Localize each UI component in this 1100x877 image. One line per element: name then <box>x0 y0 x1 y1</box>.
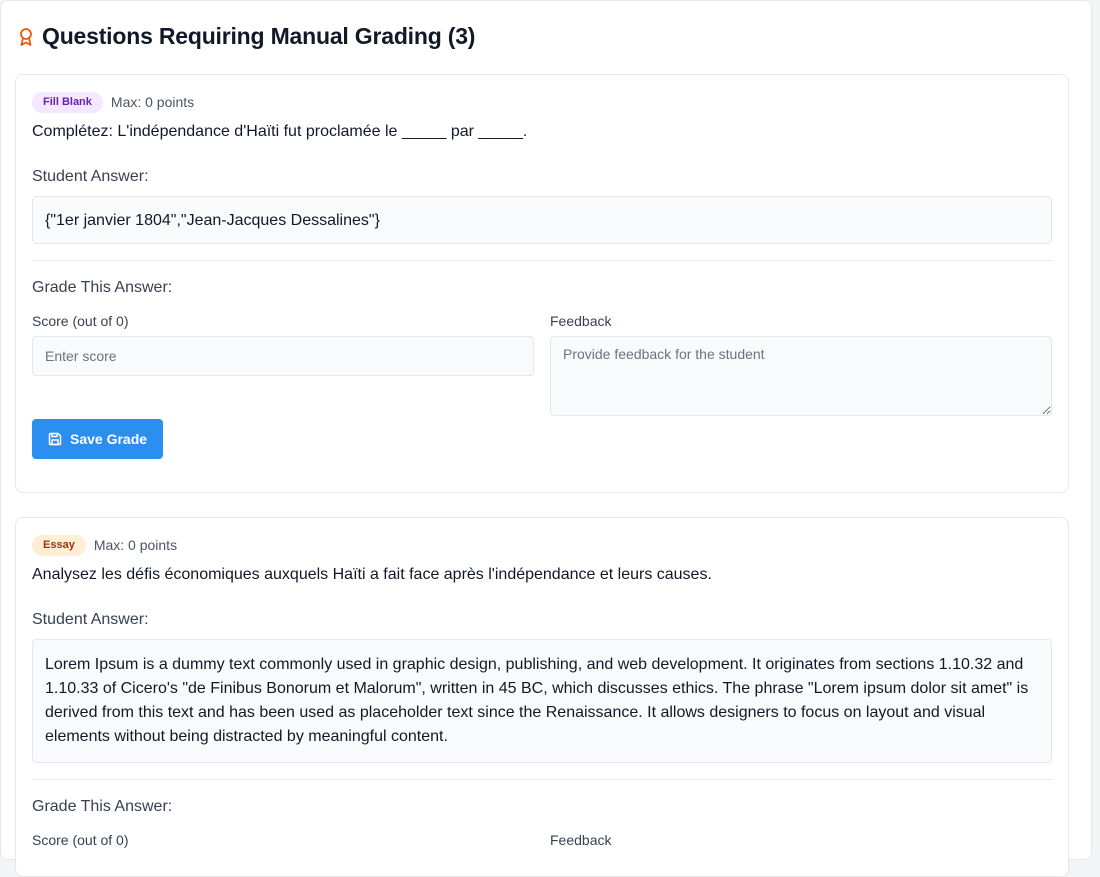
score-label: Score (out of 0) <box>32 832 129 848</box>
award-icon <box>18 27 34 47</box>
page-header: Questions Requiring Manual Grading (3) <box>18 23 475 50</box>
question-text: Analysez les défis économiques auxquels … <box>32 566 712 583</box>
question-text: Complétez: L'indépendance d'Haïti fut pr… <box>32 123 528 140</box>
divider <box>32 260 1052 261</box>
save-icon <box>48 432 62 446</box>
question-type-badge: Fill Blank <box>32 91 103 113</box>
max-points: Max: 0 points <box>93 537 178 553</box>
feedback-label: Feedback <box>550 313 612 329</box>
manual-grading-panel: Questions Requiring Manual Grading (3) F… <box>0 0 1092 877</box>
feedback-label: Feedback <box>550 832 612 848</box>
question-meta: Essay Max: 0 points <box>32 534 1052 556</box>
question-card: Essay Max: 0 points Analysez les défis é… <box>15 517 1069 877</box>
question-card: Fill Blank Max: 0 points Complétez: L'in… <box>15 74 1069 493</box>
score-label: Score (out of 0) <box>32 313 129 329</box>
save-grade-button[interactable]: Save Grade <box>32 419 164 459</box>
student-answer: {"1er janvier 1804","Jean-Jacques Dessal… <box>32 196 1052 244</box>
grade-form: Score (out of 0) Feedback <box>32 313 1052 421</box>
save-grade-label: Save Grade <box>70 431 148 447</box>
student-answer: Lorem Ipsum is a dummy text commonly use… <box>32 639 1052 763</box>
student-answer-label: Student Answer: <box>32 611 149 628</box>
page-title: Questions Requiring Manual Grading (3) <box>42 23 476 49</box>
score-column: Score (out of 0) <box>32 832 534 855</box>
divider <box>32 779 1052 780</box>
question-type-badge: Essay <box>32 534 86 556</box>
grade-form: Score (out of 0) Feedback <box>32 832 1052 855</box>
feedback-column: Feedback <box>550 313 1052 421</box>
score-input[interactable] <box>32 336 534 376</box>
max-points: Max: 0 points <box>110 94 195 110</box>
score-column: Score (out of 0) <box>32 313 534 421</box>
question-meta: Fill Blank Max: 0 points <box>32 91 1052 113</box>
grade-label: Grade This Answer: <box>32 279 173 296</box>
student-answer-label: Student Answer: <box>32 168 149 185</box>
grade-label: Grade This Answer: <box>32 798 173 815</box>
feedback-textarea[interactable] <box>550 336 1052 416</box>
feedback-column: Feedback <box>550 832 1052 855</box>
